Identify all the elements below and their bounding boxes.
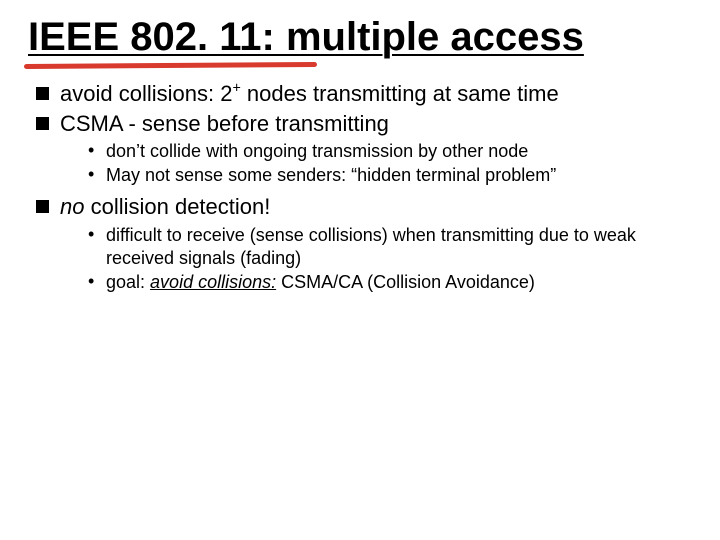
slide: IEEE 802. 11: multiple access avoid coll… [0,0,720,540]
italic-underline-text: avoid collisions: [150,272,276,292]
sub-bullet-list: difficult to receive (sense collisions) … [60,224,692,294]
red-underline [24,62,317,69]
sub-bullet-text: difficult to receive (sense collisions) … [106,225,636,268]
bullet-text: collision detection! [84,194,270,219]
sub-bullet-item: don’t collide with ongoing transmission … [88,140,692,163]
slide-title: IEEE 802. 11: multiple access [28,14,584,66]
italic-text: no [60,194,84,219]
sub-bullet-text: CSMA/CA (Collision Avoidance) [276,272,535,292]
bullet-text: nodes transmitting at same time [241,81,559,106]
sub-bullet-text: goal: [106,272,150,292]
bullet-list: avoid collisions: 2+ nodes transmitting … [34,80,692,294]
bullet-item: CSMA - sense before transmitting don’t c… [34,110,692,187]
sub-bullet-list: don’t collide with ongoing transmission … [60,140,692,187]
sub-bullet-text: May not sense some senders: “hidden term… [106,165,556,185]
bullet-text: avoid collisions: 2 [60,81,232,106]
bullet-text: CSMA - sense before transmitting [60,111,389,136]
sub-bullet-item: goal: avoid collisions: CSMA/CA (Collisi… [88,271,692,294]
sub-bullet-text: don’t collide with ongoing transmission … [106,141,528,161]
bullet-item: avoid collisions: 2+ nodes transmitting … [34,80,692,108]
title-wrap: IEEE 802. 11: multiple access [28,14,584,66]
bullet-item: no collision detection! difficult to rec… [34,193,692,293]
sub-bullet-item: May not sense some senders: “hidden term… [88,164,692,187]
superscript-plus: + [232,81,240,97]
sub-bullet-item: difficult to receive (sense collisions) … [88,224,692,270]
